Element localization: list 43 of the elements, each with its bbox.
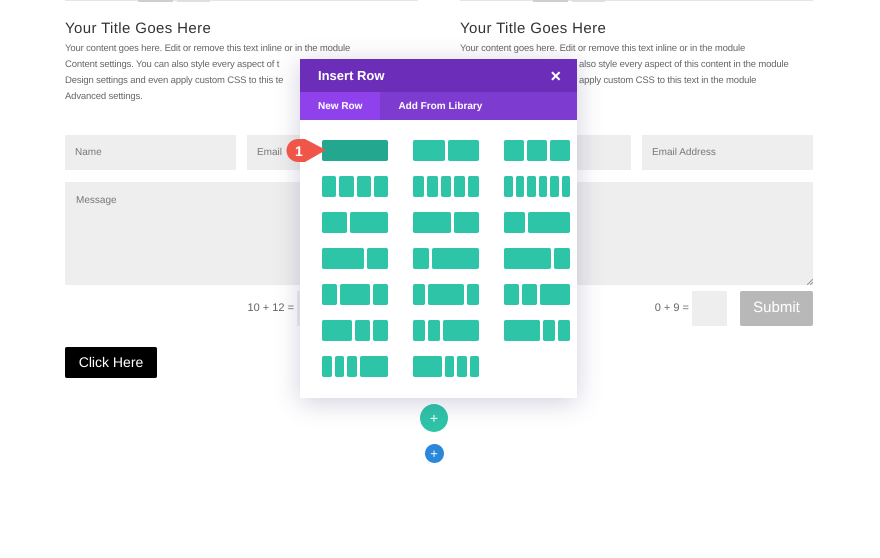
captcha-question: 0 + 9 = <box>654 301 689 316</box>
row-layout-option[interactable] <box>504 248 570 269</box>
section-title: Your Title Goes Here <box>460 20 608 38</box>
row-layout-option[interactable] <box>413 248 479 269</box>
click-here-button[interactable]: Click Here <box>65 347 157 378</box>
section-title: Your Title Goes Here <box>65 20 212 38</box>
resize-grip-icon <box>807 279 813 285</box>
paragraph-line: Design settings and even apply custom CSS to this te <box>65 75 284 86</box>
row-layout-option[interactable] <box>413 356 479 377</box>
image-edge <box>533 0 568 2</box>
row-layout-option[interactable] <box>504 212 570 233</box>
row-layout-option[interactable] <box>413 284 479 305</box>
row-layout-option[interactable] <box>322 176 388 197</box>
row-layout-option[interactable] <box>504 176 570 197</box>
row-layout-option[interactable] <box>413 140 479 161</box>
message-placeholder: Message <box>76 195 117 206</box>
paragraph-line: Advanced settings. <box>65 91 143 102</box>
tab[interactable]: Add From Library <box>380 92 500 120</box>
row-layout-option[interactable] <box>504 320 570 341</box>
row-layout-option[interactable] <box>413 212 479 233</box>
paragraph-line: Content settings. You can also style every aspect of t <box>65 59 280 70</box>
close-button[interactable]: × <box>550 66 561 84</box>
row-layout-option[interactable] <box>322 248 388 269</box>
row-layout-option[interactable] <box>413 320 479 341</box>
row-layout-option[interactable] <box>322 356 388 377</box>
captcha-question: 10 + 12 = <box>248 301 294 316</box>
paragraph-line: Your content goes here. Edit or remove this text inline or in the module <box>65 43 350 54</box>
add-button[interactable]: + <box>424 444 444 463</box>
text-field[interactable]: Name <box>65 135 236 170</box>
row-layout-option[interactable] <box>322 284 388 305</box>
row-layout-option[interactable] <box>504 284 570 305</box>
row-layout-option[interactable] <box>322 320 388 341</box>
text-field[interactable]: Email Address <box>642 135 813 170</box>
modal-title: Insert Row <box>318 66 384 85</box>
image-edge <box>138 0 173 2</box>
row-layout-option[interactable] <box>504 140 570 161</box>
paragraph-line: also style every aspect of this content in the module <box>579 59 789 70</box>
step-callout: 1 <box>285 138 328 164</box>
row-layout-option[interactable] <box>322 212 388 233</box>
paragraph-line: apply custom CSS to this text in the module <box>579 75 756 86</box>
row-layout-option[interactable] <box>413 176 479 197</box>
paragraph-line: Your content goes here. Edit or remove this text inline or in the module <box>460 43 746 54</box>
tab[interactable]: New Row <box>300 92 380 120</box>
